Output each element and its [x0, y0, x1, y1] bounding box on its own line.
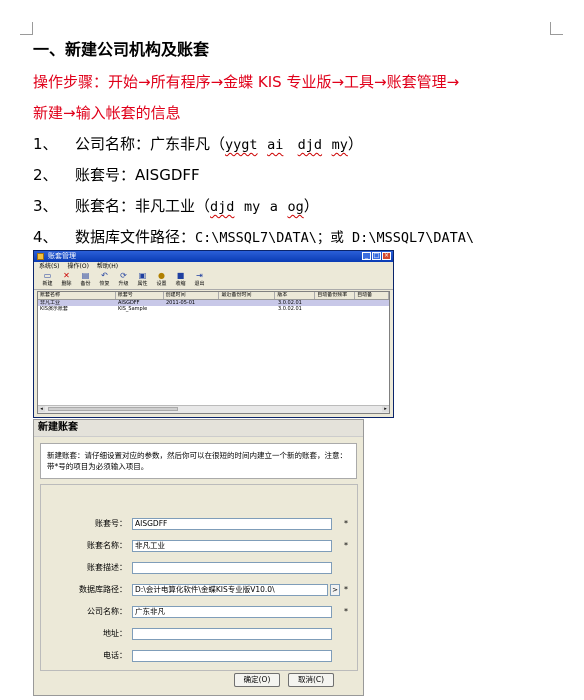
account-form: 账套号： AISGDFF * 账套名称： 非凡工业 * 账套描述： 数据库路径：…	[40, 484, 358, 671]
menu-bar: 系统(S) 操作(O) 帮助(H)	[34, 262, 393, 271]
backup-icon: ▤	[81, 271, 90, 280]
horizontal-scrollbar[interactable]: ◂ ▸	[38, 405, 389, 413]
column-header[interactable]: 账套号	[116, 292, 164, 299]
crop-mark-top-right	[550, 22, 563, 35]
form-row-company-name: 公司名称： 广东非凡 *	[87, 606, 348, 618]
maximize-icon[interactable]: □	[372, 252, 381, 260]
list-item: 4、 数据库文件路径：C:\MSSQL7\DATA\；或 D:\MSSQL7\DA…	[33, 228, 474, 246]
form-row-phone: 电话：	[41, 649, 357, 663]
form-row-account-name: 账套名称： 非凡工业 *	[87, 540, 348, 552]
database-path-input[interactable]: D:\会计电算化软件\金蝶KIS专业版V10.0\	[132, 584, 328, 596]
scroll-thumb[interactable]	[48, 407, 178, 411]
window-titlebar: 账套管理 _ □ ×	[34, 251, 393, 262]
window-title: 账套管理	[48, 252, 76, 260]
column-header[interactable]: 自动备份频率	[315, 292, 356, 299]
account-description-input[interactable]	[132, 562, 332, 574]
steps-line-1: 操作步骤：开始→所有程序→金蝶 KIS 专业版→工具→账套管理→	[33, 73, 460, 91]
form-row-database-path: 数据库路径： D:\会计电算化软件\金蝶KIS专业版V10.0\ > *	[79, 584, 348, 596]
cancel-button[interactable]: 取消(C)	[288, 673, 334, 687]
list-item: 3、 账套名：非凡工业（djd my a og）	[33, 197, 319, 215]
section-heading: 一、新建公司机构及账套	[33, 40, 210, 59]
new-icon: ▭	[43, 271, 52, 280]
property-icon: ▣	[138, 271, 147, 280]
dialog-description: 新建账套：请仔细设置对应的参数，然后你可以在很短的时间内建立一个新的账套，注意：…	[40, 443, 357, 479]
toolbar-restore-button[interactable]: ↶ 恢复	[97, 271, 112, 289]
exit-icon: ⇥	[196, 271, 203, 280]
column-header[interactable]: 账套名称	[38, 292, 116, 299]
form-row-account-number: 账套号： AISGDFF *	[95, 518, 348, 530]
account-list[interactable]: 账套名称 账套号 创建时间 最近备份时间 版本 自动备份频率 自动备 非凡工业 …	[37, 291, 390, 414]
collect-icon: ■	[176, 271, 185, 280]
restore-icon: ↶	[101, 271, 108, 280]
crop-mark-top-left	[20, 22, 33, 35]
app-icon	[37, 253, 44, 260]
steps-line-2: 新建→输入帐套的信息	[33, 104, 181, 122]
account-number-input[interactable]: AISGDFF	[132, 518, 332, 530]
scroll-left-icon[interactable]: ◂	[38, 406, 45, 412]
account-name-input[interactable]: 非凡工业	[132, 540, 332, 552]
toolbar-exit-button[interactable]: ⇥ 退出	[192, 271, 207, 289]
delete-icon: ✕	[63, 271, 70, 280]
address-input[interactable]	[132, 628, 332, 640]
toolbar-new-button[interactable]: ▭ 新建	[40, 271, 55, 289]
table-row[interactable]: KIS演示账套 KIS_Sample 3.0.02.01	[38, 306, 389, 312]
toolbar-upgrade-button[interactable]: ⟳ 升级	[116, 271, 131, 289]
company-name-input[interactable]: 广东非凡	[132, 606, 332, 618]
toolbar-collect-button[interactable]: ■ 收缩	[173, 271, 188, 289]
toolbar-backup-button[interactable]: ▤ 备份	[78, 271, 93, 289]
form-row-account-description: 账套描述：	[41, 561, 357, 575]
toolbar-settings-button[interactable]: ● 设置	[154, 271, 169, 289]
column-header[interactable]: 版本	[275, 292, 316, 299]
close-icon[interactable]: ×	[382, 252, 391, 260]
column-header[interactable]: 创建时间	[164, 292, 220, 299]
browse-path-button[interactable]: >	[330, 584, 340, 596]
account-management-window: 账套管理 _ □ × 系统(S) 操作(O) 帮助(H) ▭ 新建 ✕ 删除 ▤ 备份…	[33, 250, 394, 418]
menu-help[interactable]: 帮助(H)	[97, 262, 118, 271]
toolbar-property-button[interactable]: ▣ 属性	[135, 271, 150, 289]
menu-system[interactable]: 系统(S)	[39, 262, 60, 271]
form-row-address: 地址：	[41, 627, 357, 641]
scroll-right-icon[interactable]: ▸	[382, 406, 389, 412]
dialog-title: 新建账套	[34, 420, 363, 437]
settings-icon: ●	[158, 271, 165, 280]
column-header[interactable]: 自动备	[355, 292, 389, 299]
ok-button[interactable]: 确定(O)	[234, 673, 280, 687]
minimize-icon[interactable]: _	[362, 252, 371, 260]
menu-operation[interactable]: 操作(O)	[68, 262, 89, 271]
new-account-dialog: 新建账套 新建账套：请仔细设置对应的参数，然后你可以在很短的时间内建立一个新的账…	[33, 419, 364, 696]
list-header: 账套名称 账套号 创建时间 最近备份时间 版本 自动备份频率 自动备	[38, 292, 389, 300]
column-header[interactable]: 最近备份时间	[219, 292, 276, 299]
list-item: 1、 公司名称：广东非凡（yygt ai djd my）	[33, 135, 363, 153]
phone-input[interactable]	[132, 650, 332, 662]
list-item: 2、 账套号：AISGDFF	[33, 166, 200, 184]
refresh-icon: ⟳	[120, 271, 127, 280]
toolbar-delete-button[interactable]: ✕ 删除	[59, 271, 74, 289]
toolbar: ▭ 新建 ✕ 删除 ▤ 备份 ↶ 恢复 ⟳ 升级 ▣ 属性 ● 设置 ■ 收缩 ⇥ 退出	[34, 271, 393, 290]
